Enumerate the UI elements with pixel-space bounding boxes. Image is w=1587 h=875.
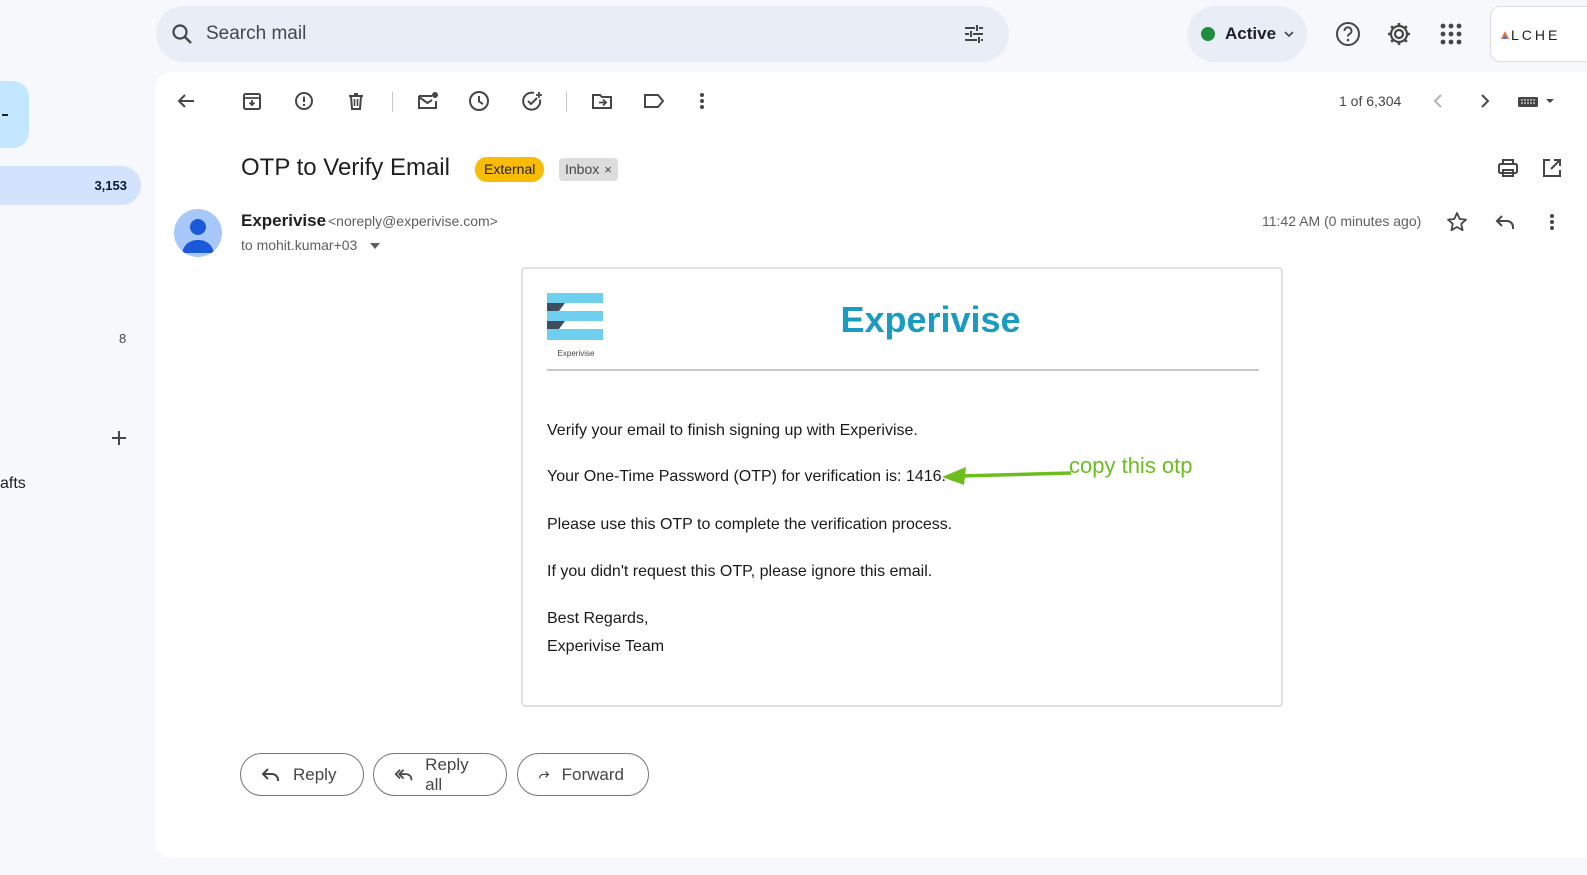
org-logo-text: LCHE xyxy=(1511,27,1561,43)
logo-caption: Experivise xyxy=(557,349,595,358)
forward-button-label: Forward xyxy=(561,764,624,784)
apps-grid-icon[interactable] xyxy=(1436,19,1466,49)
org-logo-icon xyxy=(1501,31,1509,39)
sender-email: <noreply@experivise.com> xyxy=(328,213,498,229)
sidebar-item-drafts[interactable]: afts xyxy=(0,475,26,493)
forward-button[interactable]: Forward xyxy=(517,753,649,796)
settings-gear-icon[interactable] xyxy=(1384,19,1414,49)
email-body-card: Experivise Experivise Verify your email … xyxy=(521,267,1283,707)
header-divider xyxy=(547,369,1259,371)
sender-avatar xyxy=(174,209,222,257)
open-new-window-icon[interactable] xyxy=(1540,156,1564,180)
inbox-unread-count: 3,153 xyxy=(94,178,127,193)
status-selector[interactable]: Active xyxy=(1187,6,1307,62)
toolbar-divider xyxy=(392,92,393,112)
reply-all-icon xyxy=(394,768,413,780)
inbox-label-text: Inbox xyxy=(565,161,600,177)
input-tools-keyboard-icon[interactable] xyxy=(1517,89,1557,113)
status-label: Active xyxy=(1225,24,1277,43)
pencil-icon xyxy=(2,114,8,116)
account-switcher[interactable]: LCHE xyxy=(1490,6,1587,62)
email-subject: OTP to Verify Email xyxy=(241,154,450,181)
sidebar-item-inbox[interactable]: 3,153 xyxy=(0,166,141,205)
add-to-tasks-icon[interactable] xyxy=(520,89,544,113)
body-line-instructions: Please use this OTP to complete the veri… xyxy=(547,516,953,533)
compose-button[interactable] xyxy=(0,81,29,148)
reply-arrow-icon[interactable] xyxy=(1493,210,1517,234)
report-spam-icon[interactable] xyxy=(292,89,316,113)
forward-arrow-icon xyxy=(539,770,550,778)
search-bar xyxy=(156,6,1009,62)
message-pager: 1 of 6,304 xyxy=(1339,93,1402,109)
body-line-ignore: If you didn't request this OTP, please i… xyxy=(547,563,933,580)
chevron-right-icon[interactable] xyxy=(1473,89,1497,113)
delete-trash-icon[interactable] xyxy=(344,89,368,113)
help-icon[interactable] xyxy=(1333,19,1363,49)
reply-all-button-label: Reply all xyxy=(425,754,469,794)
search-icon[interactable] xyxy=(170,22,194,46)
reply-button[interactable]: Reply xyxy=(240,753,364,796)
print-icon[interactable] xyxy=(1496,156,1520,180)
external-badge: External xyxy=(475,157,545,182)
sidebar: 3,153 8 afts xyxy=(0,72,155,875)
body-line-otp: Your One-Time Password (OTP) for verific… xyxy=(547,468,946,485)
annotation-arrow-icon xyxy=(942,467,1072,485)
chevron-down-icon xyxy=(1283,28,1295,40)
brand-title: Experivise xyxy=(840,299,1021,340)
body-line-regards: Best Regards, xyxy=(547,610,649,627)
chevron-left-icon[interactable] xyxy=(1426,89,1450,113)
body-line-verify: Verify your email to finish signing up w… xyxy=(547,422,918,439)
remove-label-button[interactable]: × xyxy=(604,162,612,177)
inbox-label-chip: Inbox × xyxy=(559,158,618,181)
sender-name: Experivise xyxy=(241,211,327,230)
star-icon[interactable] xyxy=(1445,210,1469,234)
mark-unread-icon[interactable] xyxy=(416,89,440,113)
body-line-signature: Experivise Team xyxy=(547,638,665,655)
search-options-icon[interactable] xyxy=(962,22,986,46)
toolbar-divider xyxy=(566,92,567,112)
label-tag-icon[interactable] xyxy=(642,89,666,113)
reply-all-button[interactable]: Reply all xyxy=(373,753,507,796)
plus-icon xyxy=(112,431,126,445)
search-input[interactable] xyxy=(206,16,926,52)
status-dot xyxy=(1201,27,1215,41)
annotation-text: copy this otp xyxy=(1069,453,1193,478)
archive-icon[interactable] xyxy=(240,89,264,113)
reply-button-label: Reply xyxy=(293,764,337,784)
recipient-line: to mohit.kumar+03 xyxy=(241,237,358,253)
add-label-button[interactable] xyxy=(109,428,129,448)
more-vertical-icon[interactable] xyxy=(690,89,714,113)
more-vertical-icon[interactable] xyxy=(1540,210,1564,234)
caret-down-icon xyxy=(370,243,380,249)
move-to-folder-icon[interactable] xyxy=(590,89,614,113)
person-icon xyxy=(182,219,214,253)
snooze-clock-icon[interactable] xyxy=(467,89,491,113)
message-timestamp: 11:42 AM (0 minutes ago) xyxy=(1262,213,1422,229)
recipient-details-toggle[interactable] xyxy=(369,242,381,250)
back-arrow-icon[interactable] xyxy=(174,89,198,113)
message-view: 1 of 6,304 OTP to Verify Email External … xyxy=(155,72,1587,858)
sidebar-item-count: 8 xyxy=(119,331,127,346)
reply-arrow-icon xyxy=(261,767,279,781)
